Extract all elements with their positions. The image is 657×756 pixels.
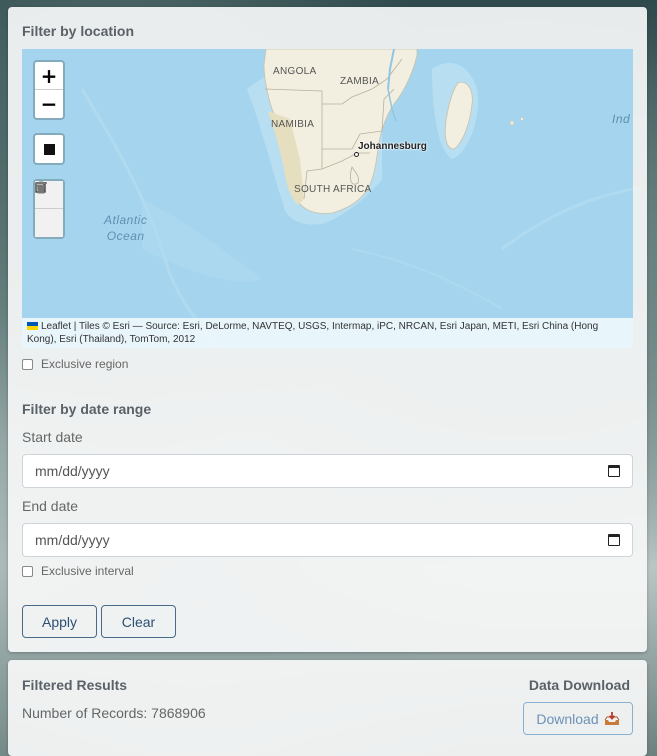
exclusive-interval-label: Exclusive interval xyxy=(41,564,134,578)
calendar-icon[interactable] xyxy=(608,534,620,546)
end-date-value: mm/dd/yyyy xyxy=(35,532,110,548)
filtered-results-title: Filtered Results xyxy=(22,677,128,693)
data-download-title: Data Download xyxy=(528,677,630,693)
edit-control xyxy=(33,179,65,239)
end-date-input[interactable]: mm/dd/yyyy xyxy=(22,523,633,557)
date-filter-title: Filter by date range xyxy=(22,401,152,417)
end-date-label: End date xyxy=(22,498,79,514)
map-label-zambia: ZAMBIA xyxy=(340,76,380,87)
exclusive-region-row: Exclusive region xyxy=(22,357,128,371)
zoom-out-button[interactable]: − xyxy=(35,90,63,118)
clear-button[interactable]: Clear xyxy=(101,605,176,638)
zoom-control: + − xyxy=(33,60,65,120)
start-date-value: mm/dd/yyyy xyxy=(35,463,110,479)
filter-panel: Filter by location ANGOLA ZAMBIA NAMIBIA… xyxy=(8,7,647,652)
calendar-icon[interactable] xyxy=(608,465,620,477)
results-panel: Filtered Results Number of Records: 7868… xyxy=(8,660,647,756)
delete-layers-button[interactable] xyxy=(35,181,63,237)
map-label-atlantic-ocean: Atlantic Ocean xyxy=(104,212,147,244)
start-date-label: Start date xyxy=(22,429,83,445)
download-button[interactable]: Download xyxy=(523,702,633,735)
apply-button[interactable]: Apply xyxy=(22,605,97,638)
draw-rectangle-control xyxy=(33,133,65,165)
start-date-input[interactable]: mm/dd/yyyy xyxy=(22,454,633,488)
location-filter-title: Filter by location xyxy=(22,23,135,39)
map-label-johannesburg: Johannesburg xyxy=(358,141,427,152)
map-base-layer xyxy=(80,49,633,348)
draw-rectangle-button[interactable] xyxy=(35,135,63,163)
location-map[interactable]: ANGOLA ZAMBIA NAMIBIA SOUTH AFRICA Atlan… xyxy=(22,49,633,348)
ukraine-flag-icon xyxy=(27,322,38,330)
download-button-label: Download xyxy=(536,710,599,727)
inbox-tray-icon xyxy=(604,711,620,725)
square-icon xyxy=(43,143,55,155)
trash-icon xyxy=(36,181,46,194)
attribution-text: Leaflet | Tiles © Esri — Source: Esri, D… xyxy=(27,321,599,345)
map-label-south-africa: SOUTH AFRICA xyxy=(294,184,372,195)
map-label-namibia: NAMIBIA xyxy=(271,119,315,130)
map-attribution: Leaflet | Tiles © Esri — Source: Esri, D… xyxy=(22,318,633,348)
map-label-ocean: Ocean xyxy=(106,229,145,243)
exclusive-interval-checkbox[interactable] xyxy=(22,565,33,577)
exclusive-interval-row: Exclusive interval xyxy=(22,564,134,578)
city-marker-icon xyxy=(354,152,359,157)
map-label-indian: Ind xyxy=(612,112,631,126)
exclusive-region-checkbox[interactable] xyxy=(22,358,33,370)
record-count: Number of Records: 7868906 xyxy=(22,705,206,721)
map-label-angola: ANGOLA xyxy=(273,66,317,77)
zoom-in-button[interactable]: + xyxy=(35,62,63,90)
map-label-atlantic: Atlantic xyxy=(104,213,148,227)
exclusive-region-label: Exclusive region xyxy=(41,357,129,371)
